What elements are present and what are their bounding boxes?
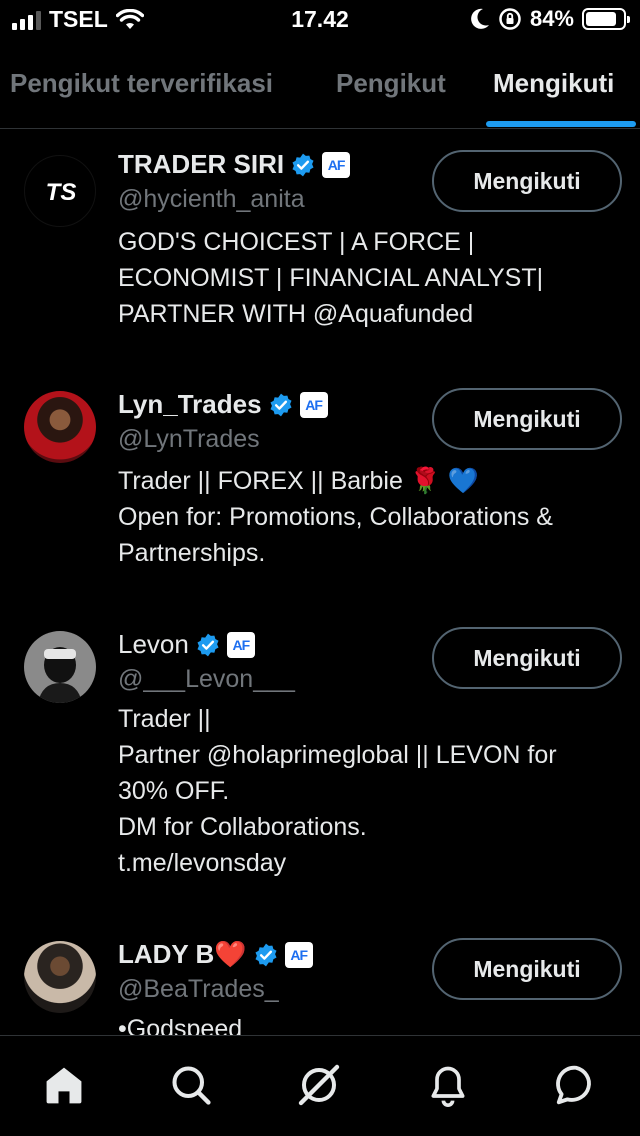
user-handle: @BeaTrades_: [118, 975, 279, 1003]
tab-following[interactable]: Mengikuti: [493, 68, 614, 99]
bell-icon: [431, 1066, 465, 1107]
following-button[interactable]: Mengikuti: [432, 627, 622, 689]
search-icon: [172, 1066, 211, 1105]
bio-line: PARTNER WITH @Aquafunded: [118, 300, 474, 328]
user-handle: @LynTrades: [118, 425, 260, 453]
nav-grok[interactable]: [294, 1060, 344, 1110]
following-button[interactable]: Mengikuti: [432, 938, 622, 1000]
active-tab-indicator: [486, 121, 636, 127]
display-name[interactable]: Lyn_Trades: [118, 389, 262, 420]
user-bio: Trader || FOREX || Barbie 🌹 💙 Open for: …: [118, 463, 628, 571]
home-icon: [46, 1067, 82, 1104]
bio-line: 30% OFF.: [118, 777, 230, 805]
affiliate-badge-icon: AF: [299, 391, 328, 418]
bio-line: Trader ||: [118, 705, 211, 733]
display-name[interactable]: LADY B❤️: [118, 939, 247, 970]
avatar[interactable]: [24, 941, 96, 1013]
verified-badge-icon: [270, 393, 292, 416]
verified-badge-icon: [255, 943, 277, 966]
bio-line: Trader || FOREX || Barbie 🌹 💙: [118, 467, 479, 495]
nav-notifications[interactable]: [423, 1060, 473, 1110]
tab-verified-followers[interactable]: Pengikut terverifikasi: [10, 68, 273, 99]
bottom-navigation: [0, 1035, 640, 1136]
display-name[interactable]: Levon: [118, 629, 189, 660]
tab-followers[interactable]: Pengikut: [336, 68, 446, 99]
bio-line: GOD'S CHOICEST | A FORCE |: [118, 228, 475, 256]
name-row: Lyn_Trades AF: [118, 389, 328, 420]
verified-badge-icon: [197, 633, 219, 656]
status-bar: TSEL 17.42 84%: [0, 0, 640, 40]
orientation-lock-icon: [499, 8, 521, 30]
avatar[interactable]: TS: [24, 155, 96, 227]
moon-icon: [471, 8, 489, 29]
follow-tabs: Pengikut terverifikasi Pengikut Mengikut…: [0, 40, 640, 129]
following-button[interactable]: Mengikuti: [432, 388, 622, 450]
avatar-logo-text: TS: [46, 179, 77, 206]
bio-line: DM for Collaborations.: [118, 813, 367, 841]
user-bio: Trader || Partner @holaprimeglobal || LE…: [118, 701, 628, 881]
avatar[interactable]: [24, 391, 96, 463]
following-button[interactable]: Mengikuti: [432, 150, 622, 212]
bio-line: •Godspeed: [118, 1015, 243, 1035]
nav-search[interactable]: [166, 1060, 216, 1110]
user-bio: GOD'S CHOICEST | A FORCE | ECONOMIST | F…: [118, 224, 628, 332]
user-handle: @___Levon___: [118, 665, 295, 693]
following-list: TS TRADER SIRI AF @hycienth_anita GOD'S …: [0, 129, 640, 1035]
bio-line: Partner @holaprimeglobal || LEVON for: [118, 741, 557, 769]
nav-messages[interactable]: [551, 1060, 601, 1110]
name-row: TRADER SIRI AF: [118, 149, 351, 180]
avatar[interactable]: [24, 631, 96, 703]
bio-line: Open for: Promotions, Collaborations &: [118, 503, 553, 531]
user-handle: @hycienth_anita: [118, 185, 305, 213]
display-name[interactable]: TRADER SIRI: [118, 149, 284, 180]
nav-home[interactable]: [39, 1060, 89, 1110]
name-row: LADY B❤️ AF: [118, 939, 313, 970]
bio-line: Partnerships.: [118, 539, 266, 567]
chat-bubble-icon: [556, 1065, 591, 1105]
grok-icon: [298, 1064, 340, 1106]
user-bio: •Godspeed: [118, 1011, 628, 1035]
affiliate-badge-icon: AF: [284, 941, 313, 968]
affiliate-badge-icon: AF: [322, 151, 351, 178]
bio-line: t.me/levonsday: [118, 849, 287, 877]
battery-percent: 84%: [529, 6, 574, 31]
affiliate-badge-icon: AF: [226, 631, 255, 658]
bio-line: ECONOMIST | FINANCIAL ANALYST|: [118, 264, 544, 292]
verified-badge-icon: [292, 153, 314, 176]
battery-icon: [582, 8, 630, 30]
status-right: 84%: [470, 6, 630, 32]
name-row: Levon AF: [118, 629, 255, 660]
